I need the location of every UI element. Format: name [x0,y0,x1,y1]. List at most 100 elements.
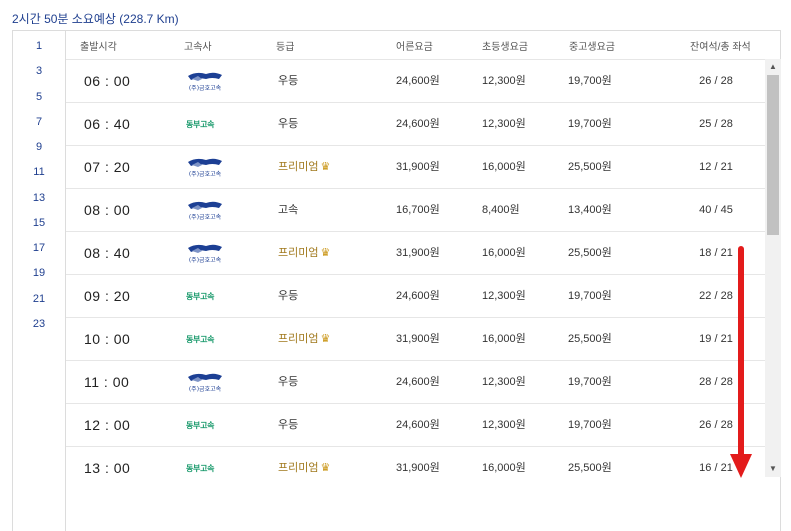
row-number[interactable]: 5 [13,91,65,103]
grade-label: 프리미엄 [278,462,319,474]
remaining-seats: 25 / 28 [699,118,733,130]
row-number[interactable]: 11 [13,166,65,178]
schedule-row[interactable]: 08 : 40 (주)금호고속 프리미엄 ♛ 31,900원 16,000원 25,500원… [66,231,766,274]
youth-fare: 19,700원 [568,118,612,130]
bus-grade: 프리미엄 ♛ [278,447,330,477]
schedule-row[interactable]: 09 : 20 동부고속 우등 24,600원 12,300원 19,700원 22 / 2… [66,274,766,317]
bus-grade: 우등 [278,60,298,103]
schedule-row[interactable]: 10 : 00 동부고속 프리미엄 ♛ 31,900원 16,000원 25,500원 19 … [66,317,766,360]
vertical-scrollbar[interactable]: ▲ ▼ [765,59,781,477]
schedule-row[interactable]: 08 : 00 (주)금호고속 고속 16,700원 8,400원 13,400원 40 /… [66,188,766,231]
schedule-table: 출발시각 고속사 등급 어른요금 초등생요금 중고생요금 잔여석/총 좌석 06… [65,31,781,531]
remaining-seats: 18 / 21 [699,247,733,259]
child-fare: 12,300원 [482,419,526,431]
bus-company: (주)금호고속 [186,189,224,232]
geumho-logo: (주)금호고속 [186,201,224,221]
header-grade: 등급 [276,42,295,53]
row-number[interactable]: 17 [13,242,65,254]
dongbu-logo: 동부고속 [186,464,215,473]
grade-label: 우등 [278,376,299,388]
adult-fare: 31,900원 [396,462,440,474]
bus-company: 동부고속 [186,404,215,447]
adult-fare: 24,600원 [396,419,440,431]
adult-fare: 31,900원 [396,161,440,173]
scrollbar-thumb[interactable] [767,75,779,235]
schedule-row[interactable]: 06 : 00 (주)금호고속 우등 24,600원 12,300원 19,700원 26 … [66,59,766,102]
adult-fare: 31,900원 [396,333,440,345]
schedule-row[interactable]: 07 : 20 (주)금호고속 프리미엄 ♛ 31,900원 16,000원 25,500원… [66,145,766,188]
row-number[interactable]: 13 [13,192,65,204]
child-fare: 16,000원 [482,161,526,173]
child-fare: 12,300원 [482,118,526,130]
header-departure-time: 출발시각 [80,42,117,53]
youth-fare: 19,700원 [568,376,612,388]
svg-text:(주)금호고속: (주)금호고속 [189,84,222,92]
departure-time: 10 : 00 [84,331,131,347]
youth-fare: 25,500원 [568,161,612,173]
bus-grade: 우등 [278,275,298,318]
svg-text:(주)금호고속: (주)금호고속 [189,256,222,264]
grade-label: 프리미엄 [278,247,319,259]
geumho-logo: (주)금호고속 [186,158,224,178]
departure-time: 08 : 00 [84,202,131,218]
svg-text:(주)금호고속: (주)금호고속 [189,385,222,393]
grade-label: 우등 [278,290,299,302]
remaining-seats: 26 / 28 [699,419,733,431]
adult-fare: 24,600원 [396,75,440,87]
dongbu-logo: 동부고속 [186,120,215,129]
geumho-logo: (주)금호고속 [186,244,224,264]
bus-grade: 우등 [278,103,298,146]
child-fare: 8,400원 [482,204,520,216]
bus-grade: 우등 [278,361,298,404]
bus-grade: 프리미엄 ♛ [278,318,330,361]
arrow-down-icon[interactable]: ▼ [765,461,781,477]
row-number[interactable]: 7 [13,116,65,128]
bus-company: (주)금호고속 [186,146,224,189]
schedule-row[interactable]: 12 : 00 동부고속 우등 24,600원 12,300원 19,700원 26 / 2… [66,403,766,446]
dongbu-logo: 동부고속 [186,335,215,344]
departure-time: 06 : 40 [84,116,131,132]
bus-company: (주)금호고속 [186,232,224,275]
child-fare: 12,300원 [482,290,526,302]
header-remaining-seats: 잔여석/총 좌석 [690,42,751,53]
departure-time: 07 : 20 [84,159,131,175]
crown-icon: ♛ [320,462,331,474]
row-number[interactable]: 19 [13,267,65,279]
bus-company: 동부고속 [186,447,215,477]
remaining-seats: 22 / 28 [699,290,733,302]
schedule-row[interactable]: 06 : 40 동부고속 우등 24,600원 12,300원 19,700원 25 / 2… [66,102,766,145]
bus-company: 동부고속 [186,103,215,146]
bus-company: (주)금호고속 [186,361,224,404]
svg-text:(주)금호고속: (주)금호고속 [189,170,222,178]
child-fare: 16,000원 [482,333,526,345]
arrow-up-icon[interactable]: ▲ [765,59,781,75]
grade-label: 프리미엄 [278,161,319,173]
dongbu-logo: 동부고속 [186,421,215,430]
row-number[interactable]: 15 [13,217,65,229]
remaining-seats: 28 / 28 [699,376,733,388]
row-number[interactable]: 23 [13,318,65,330]
remaining-seats: 19 / 21 [699,333,733,345]
row-number[interactable]: 1 [13,40,65,52]
schedule-panel: 1 3 5 7 9 11 13 15 17 19 21 23 출발시각 고속사 등급 어른요금 초등생… [12,30,781,531]
departure-time: 08 : 40 [84,245,131,261]
remaining-seats: 12 / 21 [699,161,733,173]
remaining-seats: 16 / 21 [699,462,733,474]
schedule-row[interactable]: 13 : 00 동부고속 프리미엄 ♛ 31,900원 16,000원 25,500원 16 … [66,446,766,477]
child-fare: 12,300원 [482,75,526,87]
schedule-row[interactable]: 11 : 00 (주)금호고속 우등 24,600원 12,300원 19,700원 28 … [66,360,766,403]
crown-icon: ♛ [320,333,331,345]
departure-time: 06 : 00 [84,73,131,89]
departure-time: 09 : 20 [84,288,131,304]
row-number[interactable]: 21 [13,293,65,305]
bus-grade: 프리미엄 ♛ [278,232,330,275]
row-number[interactable]: 9 [13,141,65,153]
crown-icon: ♛ [320,247,331,259]
grade-label: 우등 [278,118,299,130]
departure-time: 13 : 00 [84,460,131,476]
row-number[interactable]: 3 [13,65,65,77]
youth-fare: 25,500원 [568,333,612,345]
adult-fare: 31,900원 [396,247,440,259]
crown-icon: ♛ [320,161,331,173]
table-header: 출발시각 고속사 등급 어른요금 초등생요금 중고생요금 잔여석/총 좌석 [66,31,781,59]
